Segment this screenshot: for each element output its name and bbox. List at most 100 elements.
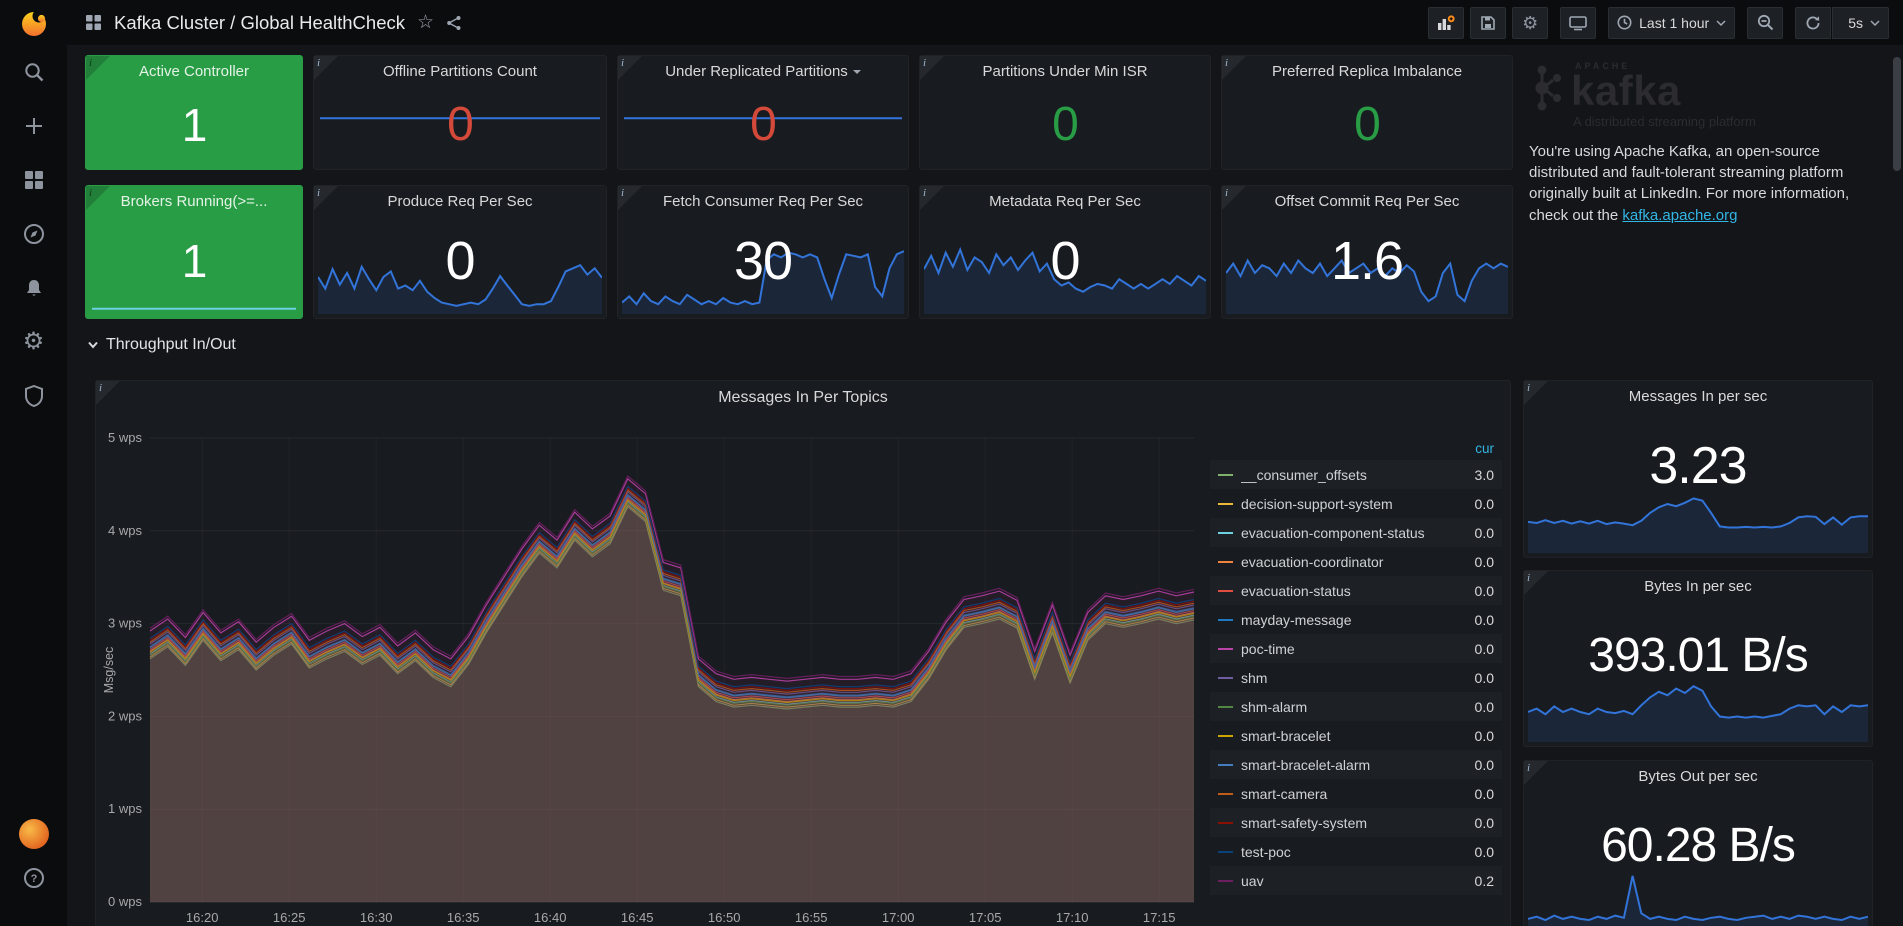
panel-info-icon[interactable]: i xyxy=(1524,381,1548,405)
panel-brokers-running: i Brokers Running(>=... 1 xyxy=(85,185,303,319)
legend-row[interactable]: smart-camera0.0 xyxy=(1210,779,1502,808)
time-range-label: Last 1 hour xyxy=(1639,15,1709,31)
time-picker-button[interactable]: Last 1 hour xyxy=(1608,7,1735,39)
search-icon[interactable] xyxy=(0,45,67,99)
series-color-dash xyxy=(1218,619,1233,621)
panel-info-icon[interactable]: i xyxy=(86,186,110,210)
legend-row[interactable]: poc-time0.0 xyxy=(1210,634,1502,663)
chart-legend: cur __consumer_offsets3.0decision-suppor… xyxy=(1210,438,1502,895)
panel-title[interactable]: Messages In per sec xyxy=(1524,388,1872,405)
explore-compass-icon[interactable] xyxy=(0,207,67,261)
series-current-value: 0.0 xyxy=(1450,699,1494,715)
legend-row[interactable]: decision-support-system0.0 xyxy=(1210,489,1502,518)
legend-row[interactable]: shm-alarm0.0 xyxy=(1210,692,1502,721)
help-icon[interactable]: ? xyxy=(0,856,67,900)
series-name[interactable]: decision-support-system xyxy=(1241,496,1450,512)
panel-title[interactable]: Fetch Consumer Req Per Sec xyxy=(618,193,908,210)
panel-info-icon[interactable]: i xyxy=(1524,761,1548,785)
legend-row[interactable]: evacuation-component-status0.0 xyxy=(1210,518,1502,547)
server-admin-shield-icon[interactable] xyxy=(0,369,67,423)
panel-title[interactable]: Bytes Out per sec xyxy=(1524,768,1872,785)
series-name[interactable]: evacuation-status xyxy=(1241,583,1450,599)
legend-row[interactable]: uav0.2 xyxy=(1210,866,1502,895)
series-name[interactable]: uav xyxy=(1241,873,1450,889)
legend-row[interactable]: smart-safety-system0.0 xyxy=(1210,808,1502,837)
panel-info-icon[interactable]: i xyxy=(920,186,944,210)
cycle-view-button[interactable] xyxy=(1560,7,1596,39)
sidebar-bottom: ? xyxy=(0,812,67,926)
dashboard-settings-button[interactable]: ⚙ xyxy=(1512,7,1548,39)
add-panel-button[interactable] xyxy=(1428,7,1464,39)
panel-info-icon[interactable]: i xyxy=(1222,56,1246,80)
panel-title[interactable]: Metadata Req Per Sec xyxy=(920,193,1210,210)
series-name[interactable]: poc-time xyxy=(1241,641,1450,657)
panel-info-icon[interactable]: i xyxy=(920,56,944,80)
zoom-out-button[interactable] xyxy=(1747,7,1783,39)
series-name[interactable]: evacuation-coordinator xyxy=(1241,554,1450,570)
series-name[interactable]: mayday-message xyxy=(1241,612,1450,628)
dashboard-title[interactable]: Kafka Cluster / Global HealthCheck xyxy=(114,12,405,34)
alerting-bell-icon[interactable] xyxy=(0,261,67,315)
panel-info-icon[interactable]: i xyxy=(96,381,120,405)
legend-row[interactable]: smart-bracelet0.0 xyxy=(1210,721,1502,750)
legend-row[interactable]: smart-bracelet-alarm0.0 xyxy=(1210,750,1502,779)
series-name[interactable]: smart-camera xyxy=(1241,786,1450,802)
series-name[interactable]: smart-safety-system xyxy=(1241,815,1450,831)
row-throughput-in-out[interactable]: Throughput In/Out xyxy=(87,336,236,354)
series-name[interactable]: test-poc xyxy=(1241,844,1450,860)
panel-info-icon[interactable]: i xyxy=(618,186,642,210)
legend-row[interactable]: evacuation-coordinator0.0 xyxy=(1210,547,1502,576)
panel-info-icon[interactable]: i xyxy=(618,56,642,80)
series-name[interactable]: __consumer_offsets xyxy=(1241,467,1450,483)
panel-info-icon[interactable]: i xyxy=(86,56,110,80)
legend-row[interactable]: __consumer_offsets3.0 xyxy=(1210,460,1502,489)
refresh-icon xyxy=(1805,15,1821,31)
legend-row[interactable]: test-poc0.0 xyxy=(1210,837,1502,866)
panel-title[interactable]: Bytes In per sec xyxy=(1524,578,1872,595)
user-avatar[interactable] xyxy=(0,812,67,856)
panel-title[interactable]: Active Controller xyxy=(86,63,302,80)
panel-title[interactable]: Under Replicated Partitions xyxy=(618,63,908,80)
legend-row[interactable]: shm0.0 xyxy=(1210,663,1502,692)
grafana-logo[interactable] xyxy=(0,0,67,45)
series-name[interactable]: shm-alarm xyxy=(1241,699,1450,715)
svg-text:16:20: 16:20 xyxy=(186,910,219,925)
series-name[interactable]: shm xyxy=(1241,670,1450,686)
share-icon[interactable] xyxy=(446,15,462,31)
panel-title[interactable]: Produce Req Per Sec xyxy=(314,193,606,210)
legend-header-current[interactable]: cur xyxy=(1210,438,1502,460)
save-dashboard-button[interactable] xyxy=(1470,7,1506,39)
panel-title[interactable]: Partitions Under Min ISR xyxy=(920,63,1210,80)
series-name[interactable]: evacuation-component-status xyxy=(1241,525,1450,541)
chart-title[interactable]: Messages In Per Topics xyxy=(96,389,1510,407)
panel-menu-caret-icon[interactable] xyxy=(853,70,861,74)
legend-row[interactable]: mayday-message0.0 xyxy=(1210,605,1502,634)
panel-title[interactable]: Preferred Replica Imbalance xyxy=(1222,63,1512,80)
kafka-apache-org-link[interactable]: kafka.apache.org xyxy=(1622,207,1737,224)
series-current-value: 0.0 xyxy=(1450,583,1494,599)
tv-icon xyxy=(1569,15,1587,31)
configuration-gear-icon[interactable]: ⚙ xyxy=(0,315,67,369)
vertical-scrollbar-thumb[interactable] xyxy=(1893,57,1901,171)
dashboard-grid-icon[interactable] xyxy=(85,14,102,31)
panel-info-icon[interactable]: i xyxy=(314,186,338,210)
panel-info-icon[interactable]: i xyxy=(314,56,338,80)
panel-title[interactable]: Brokers Running(>=... xyxy=(86,193,302,210)
panel-metadata-req-per-sec: i Metadata Req Per Sec 0 xyxy=(919,185,1211,319)
dashboards-icon[interactable] xyxy=(0,153,67,207)
refresh-button[interactable] xyxy=(1795,7,1831,39)
create-plus-icon[interactable] xyxy=(0,99,67,153)
topics-chart-plot[interactable]: 0 wps1 wps2 wps3 wps4 wps5 wps16:2016:25… xyxy=(98,381,1208,926)
panel-info-icon[interactable]: i xyxy=(1524,571,1548,595)
panel-info-icon[interactable]: i xyxy=(1222,186,1246,210)
star-icon[interactable]: ☆ xyxy=(417,11,434,34)
series-name[interactable]: smart-bracelet xyxy=(1241,728,1450,744)
panel-bytes-out-per-sec: i Bytes Out per sec 60.28 B/s xyxy=(1523,760,1873,926)
refresh-interval-dropdown[interactable]: 5s xyxy=(1832,7,1889,39)
legend-row[interactable]: evacuation-status0.0 xyxy=(1210,576,1502,605)
svg-text:17:15: 17:15 xyxy=(1143,910,1176,925)
panel-title[interactable]: Offline Partitions Count xyxy=(314,63,606,80)
series-name[interactable]: smart-bracelet-alarm xyxy=(1241,757,1450,773)
panel-title[interactable]: Offset Commit Req Per Sec xyxy=(1222,193,1512,210)
series-color-dash xyxy=(1218,706,1233,708)
